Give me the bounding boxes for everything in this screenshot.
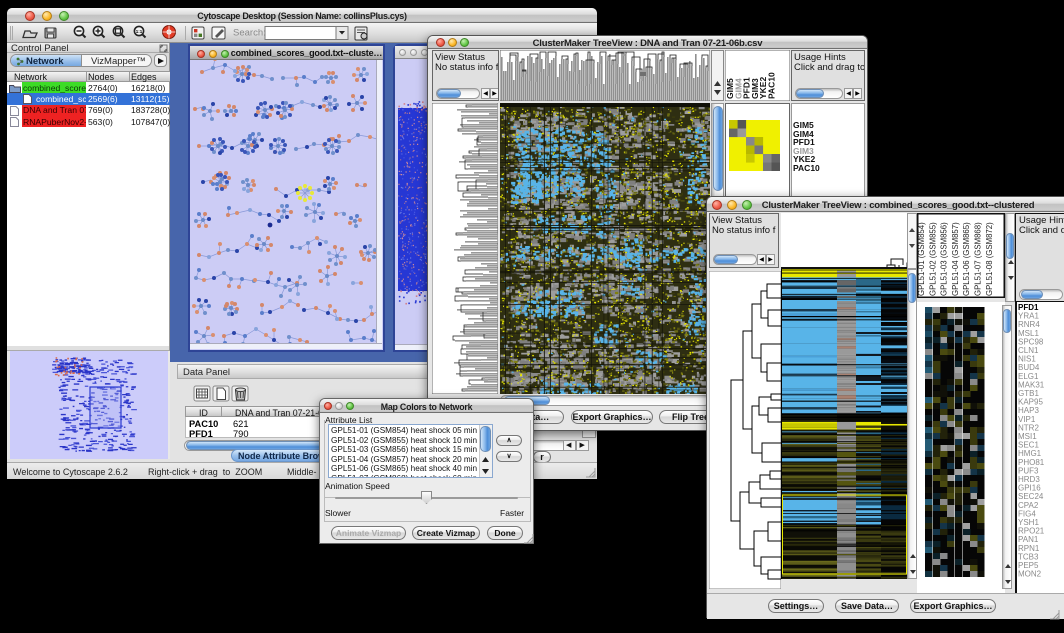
svg-text:GPL51-01 (GSM854): GPL51-01 (GSM854) <box>917 222 926 296</box>
svg-text:Search:: Search: <box>233 28 266 39</box>
svg-text:MON2: MON2 <box>1018 570 1042 579</box>
svg-text:1:1: 1:1 <box>136 29 143 34</box>
svg-text:PAC10: PAC10 <box>767 72 777 99</box>
svg-text:GPL51-03 (GSM856): GPL51-03 (GSM856) <box>940 222 949 296</box>
svg-text:GPL51-07 (GSM868): GPL51-07 (GSM868) <box>974 222 983 296</box>
svg-text:GPL51-06 (GSM865): GPL51-06 (GSM865) <box>962 222 971 296</box>
svg-text:GPL51-08 (GSM872): GPL51-08 (GSM872) <box>985 222 994 296</box>
svg-text:GPL51-04 (GSM857): GPL51-04 (GSM857) <box>951 222 960 296</box>
svg-text:GPL51-02 (GSM855): GPL51-02 (GSM855) <box>928 222 937 296</box>
